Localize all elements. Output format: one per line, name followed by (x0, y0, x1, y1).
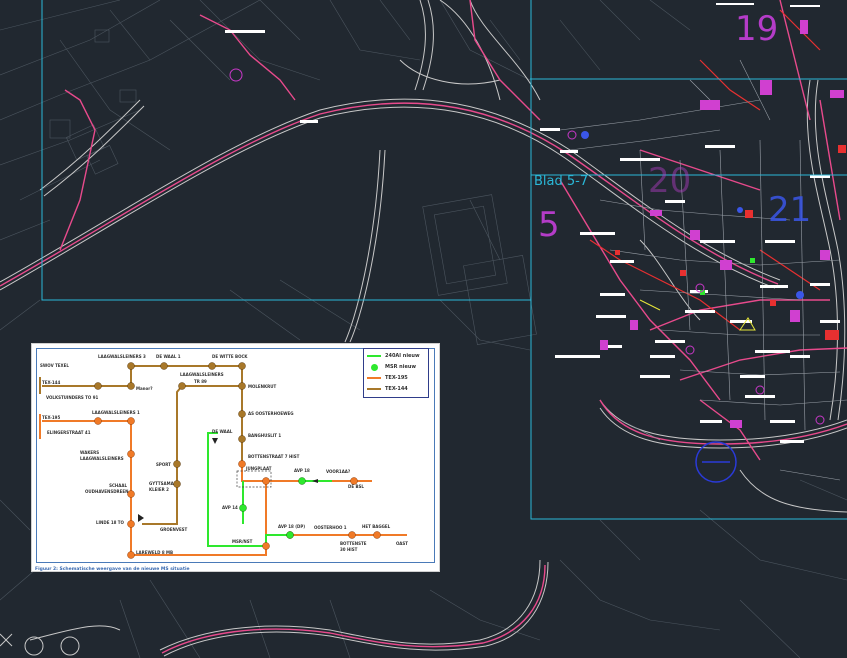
inset-label: DE WAAL (212, 429, 233, 434)
legend-label: TEX-144 (385, 386, 408, 392)
tex195-nodes (94, 417, 381, 559)
inset-label: MOLENKRUT (248, 384, 277, 389)
inset-label: TEX-195 (42, 415, 61, 420)
inset-label: OAST (396, 541, 408, 546)
inset-label: ELINGERSTRAAT 41 (47, 430, 91, 435)
legend-swatch (371, 363, 378, 371)
legend-swatch (367, 388, 381, 390)
inset-label: LAAGWALSLEINERS 3 (98, 354, 146, 359)
legend-label: 240Al nieuw (385, 353, 420, 359)
cable-routes-red (589, 9, 821, 331)
town-markers-yellow (639, 299, 756, 331)
inset-label: LINDE 18 TO (96, 520, 124, 525)
inset-label: TR 89 (194, 379, 207, 384)
inset-label: DE WITTE BOCK (212, 354, 248, 359)
sheet-number-21: 21 (768, 190, 812, 230)
inset-label: LAAGWALSLEINERS 1 (92, 410, 140, 415)
sheet-blad-label: Blad 5-7 (534, 174, 589, 189)
inset-label: SWOV TEXEL (40, 363, 69, 368)
inset-label: WAKERS LAAGWALSLEINERS (80, 450, 124, 461)
inset-caption: Figuur 2: Schematische weergave van de n… (35, 567, 190, 572)
legend-item: 240Al nieuw (367, 351, 420, 361)
inset-label: LAREWELD 8 MB (136, 550, 174, 555)
inset-label: AS OOSTERHOEWEG (248, 411, 294, 416)
legend-swatch (367, 377, 381, 379)
cad-viewport[interactable]: 19 20 5 21 Blad 5-7 SWOV TEXEL TEX-144 L… (0, 0, 847, 658)
sheet-number-20: 20 (648, 161, 692, 201)
inset-label: BOTTENSTE 30 HIST (340, 541, 367, 552)
inset-label: SPORT (156, 462, 171, 467)
sheet-number-19: 19 (735, 9, 779, 49)
inset-label: DE WAAL 1 (156, 354, 181, 359)
inset-label: AVP 18 (DP) (278, 524, 306, 529)
legend-label: TEX-195 (385, 375, 408, 381)
inset-label: AVP 14 (222, 505, 238, 510)
inset-label: Manor? (136, 386, 153, 391)
inset-label: VOLKSTUINDERS TO 91 (46, 395, 99, 400)
inset-label: BANGHUSLIT 1 (248, 433, 282, 438)
legend-item: TEX-195 (367, 373, 408, 383)
inset-label: VOOR1AA? (326, 469, 351, 474)
legend-label: MSR nieuw (385, 364, 417, 370)
inset-label: MSR/NST (232, 539, 253, 544)
inset-label: JUNGPLAAT (246, 466, 272, 471)
sheet-number-5: 5 (538, 205, 560, 245)
legend-item: MSR nieuw (367, 362, 416, 372)
town-blocks (559, 59, 847, 481)
inset-label: LAAGWALSLEINERS (180, 372, 224, 377)
inset-label: AVP 18 (294, 468, 310, 473)
legend-swatch (367, 355, 381, 357)
inset-label: GROENVEST (160, 527, 188, 532)
legend-item: TEX-144 (367, 384, 408, 394)
inset-label: TEX-144 (42, 380, 61, 385)
inset-label: HET BAGGEL (362, 524, 391, 529)
schematic-inset[interactable]: SWOV TEXEL TEX-144 LAAGWALSLEINERS 3 DE … (31, 343, 440, 572)
inset-label: DE BSL (348, 484, 364, 489)
inset-label: SCHAAL OUDHAVENSDREEN (85, 483, 129, 494)
tex144-nodes (94, 362, 246, 488)
inset-label: OOSTERHOO 1 (314, 525, 347, 530)
inset-label: BOTTENSTRAAT 7 HIST (248, 454, 300, 459)
inset-legend: 240Al nieuw MSR nieuw TEX-195 TEX-144 (363, 348, 429, 398)
inset-label: GYTTSAMA KLEIER 2 (149, 481, 174, 492)
